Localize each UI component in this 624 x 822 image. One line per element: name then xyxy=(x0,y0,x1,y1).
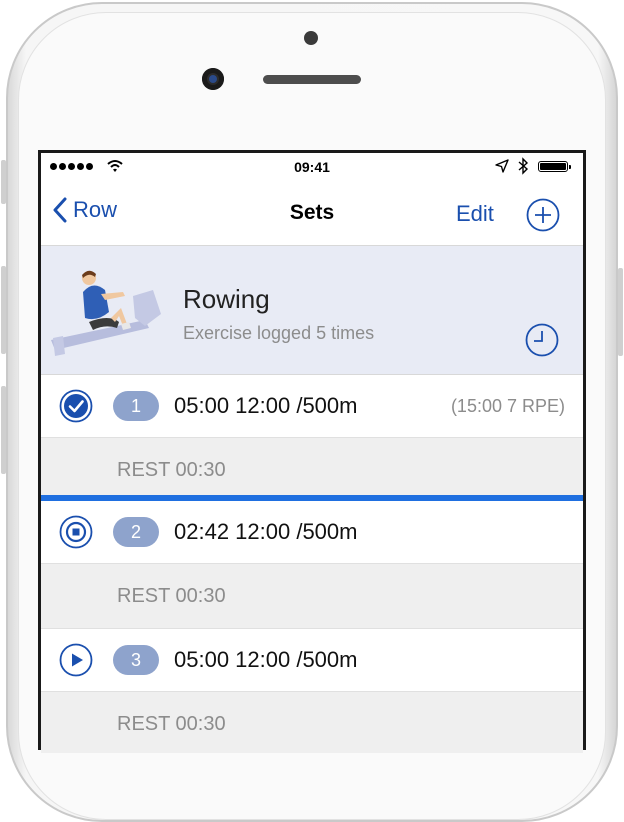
play-circle-icon[interactable] xyxy=(59,643,93,677)
stop-circle-icon[interactable] xyxy=(59,515,93,549)
set-description: 05:00 12:00 /500m xyxy=(174,647,358,672)
exercise-subtitle: Exercise logged 5 times xyxy=(183,323,375,343)
set-description: 02:42 12:00 /500m xyxy=(174,519,358,544)
rest-row-3: REST 00:30 xyxy=(41,692,583,753)
set-number-badge: 3 xyxy=(113,645,159,675)
rest-label: REST 00:30 xyxy=(117,713,226,735)
history-clock-icon[interactable] xyxy=(525,323,559,357)
bluetooth-icon xyxy=(518,157,529,175)
status-bar: 09:41 xyxy=(41,153,583,183)
app-screen: 09:41 Row Sets Edit Rowing Exercise logg… xyxy=(41,153,583,753)
rest-row-1: REST 00:30 xyxy=(41,438,583,503)
add-circle-icon[interactable] xyxy=(526,198,560,232)
check-circle-icon[interactable] xyxy=(59,389,93,423)
edit-button[interactable]: Edit xyxy=(456,201,494,227)
side-button-mute xyxy=(1,160,6,204)
page-title: Sets xyxy=(289,201,335,224)
navigation-bar: Row Sets Edit xyxy=(41,183,583,246)
exercise-header: Rowing Exercise logged 5 times xyxy=(41,246,583,375)
earpiece-speaker xyxy=(263,75,361,84)
set-description: 05:00 12:00 /500m xyxy=(174,393,358,418)
side-button-volume-down xyxy=(1,386,6,474)
rowing-illustration xyxy=(51,270,161,356)
exercise-name: Rowing xyxy=(183,284,270,314)
rest-label: REST 00:30 xyxy=(117,585,226,607)
side-button-power xyxy=(618,268,623,356)
rest-row-2: REST 00:30 xyxy=(41,564,583,629)
set-number-badge: 1 xyxy=(113,391,159,421)
battery-icon xyxy=(538,161,571,172)
location-icon xyxy=(495,159,509,173)
set-extra-info: (15:00 7 RPE) xyxy=(450,396,565,416)
set-row-3[interactable]: 3 05:00 12:00 /500m xyxy=(41,629,583,692)
set-row-2[interactable]: 2 02:42 12:00 /500m xyxy=(41,501,583,564)
set-row-1[interactable]: 1 05:00 12:00 /500m (15:00 7 RPE) xyxy=(41,375,583,438)
rest-label: REST 00:30 xyxy=(117,459,226,481)
side-button-volume-up xyxy=(1,266,6,354)
proximity-sensor xyxy=(304,31,318,45)
set-number-badge: 2 xyxy=(113,517,159,547)
front-camera xyxy=(202,68,224,90)
